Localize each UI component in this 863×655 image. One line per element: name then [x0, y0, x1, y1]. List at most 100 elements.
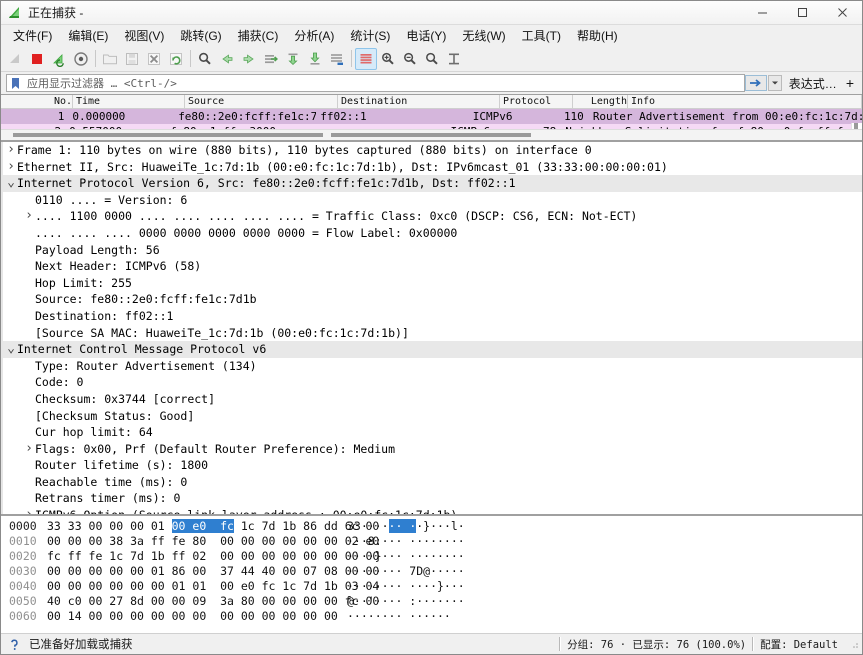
detail-tree-row[interactable]: .... .... .... 0000 0000 0000 0000 0000 …	[1, 225, 862, 242]
detail-tree-row[interactable]: Code: 0	[1, 374, 862, 391]
maximize-button[interactable]	[782, 1, 822, 24]
title-bar: 正在捕获 -	[1, 1, 862, 25]
hex-dump-row[interactable]: 0000 33 33 00 00 00 01 00 e0 fc 1c 7d 1b …	[1, 519, 862, 534]
chevron-right-icon[interactable]: ›	[23, 507, 35, 514]
column-header-length[interactable]: Length	[573, 95, 628, 108]
zoom-in-icon[interactable]	[377, 48, 399, 70]
detail-tree-row[interactable]: Next Header: ICMPv6 (58)	[1, 258, 862, 275]
menu-help[interactable]: 帮助(H)	[569, 25, 626, 46]
zoom-out-icon[interactable]	[399, 48, 421, 70]
menu-go[interactable]: 跳转(G)	[172, 25, 229, 46]
chevron-right-icon[interactable]: ›	[23, 441, 35, 458]
detail-tree-row[interactable]: Destination: ff02::1	[1, 308, 862, 325]
menu-wireless[interactable]: 无线(W)	[454, 25, 513, 46]
detail-tree-row[interactable]: Retrans timer (ms): 0	[1, 490, 862, 507]
packet-details-pane[interactable]: › Frame 1: 110 bytes on wire (880 bits), …	[1, 141, 862, 515]
menu-tools[interactable]: 工具(T)	[514, 25, 569, 46]
stop-capture-icon[interactable]	[26, 48, 48, 70]
save-file-icon[interactable]	[121, 48, 143, 70]
profile-label[interactable]: 配置: Default	[760, 637, 848, 652]
hex-bytes-plain: 00 14 00 00 00 00 00 00 00 00 00 00 00 0…	[47, 609, 338, 623]
column-header-destination[interactable]: Destination	[338, 95, 500, 108]
detail-tree-row[interactable]: Checksum: 0x3744 [correct]	[1, 391, 862, 408]
detail-tree-row[interactable]: Cur hop limit: 64	[1, 424, 862, 441]
detail-tree-row[interactable]: Type: Router Advertisement (134)	[1, 358, 862, 375]
menu-statistics[interactable]: 统计(S)	[342, 25, 398, 46]
go-forward-icon[interactable]	[238, 48, 260, 70]
detail-tree-row[interactable]: ⌄ Internet Control Message Protocol v6	[1, 341, 862, 358]
restart-capture-icon[interactable]	[48, 48, 70, 70]
detail-tree-row[interactable]: ⌄ Internet Protocol Version 6, Src: fe80:…	[1, 175, 862, 192]
detail-tree-row[interactable]: Router lifetime (s): 1800	[1, 457, 862, 474]
column-header-no[interactable]: No.	[1, 95, 73, 108]
detail-tree-row[interactable]: ›ICMPv6 Option (Source link-layer addres…	[1, 507, 862, 514]
detail-tree-row[interactable]: [Checksum Status: Good]	[1, 408, 862, 425]
detail-tree-row[interactable]: Payload Length: 56	[1, 242, 862, 259]
menu-edit[interactable]: 编辑(E)	[60, 25, 116, 46]
chevron-right-icon[interactable]: ›	[23, 208, 35, 225]
column-header-protocol[interactable]: Protocol	[500, 95, 573, 108]
reload-file-icon[interactable]	[165, 48, 187, 70]
menu-capture[interactable]: 捕获(C)	[230, 25, 287, 46]
hex-dump-row[interactable]: 0030 00 00 00 00 00 01 86 00 37 44 40 00 …	[1, 564, 862, 579]
resize-columns-icon[interactable]	[443, 48, 465, 70]
table-row[interactable]: 1 0.000000 fe80::2e0:fcff:fe1c:7d1b ff02…	[1, 109, 862, 124]
go-first-packet-icon[interactable]	[282, 48, 304, 70]
minimize-button[interactable]	[742, 1, 782, 24]
start-capture-icon[interactable]	[4, 48, 26, 70]
filter-history-dropdown[interactable]	[767, 75, 782, 91]
column-header-time[interactable]: Time	[73, 95, 185, 108]
chevron-down-icon[interactable]: ⌄	[5, 175, 17, 192]
apply-filter-button[interactable]	[744, 75, 767, 91]
menu-telephony[interactable]: 电话(Y)	[398, 25, 454, 46]
detail-tree-row[interactable]: › Ethernet II, Src: HuaweiTe_1c:7d:1b (00…	[1, 159, 862, 176]
detail-tree-row[interactable]: ›.... 1100 0000 .... .... .... .... ....…	[1, 208, 862, 225]
find-packet-icon[interactable]	[194, 48, 216, 70]
detail-tree-row[interactable]: 0110 .... = Version: 6	[1, 192, 862, 209]
close-file-icon[interactable]	[143, 48, 165, 70]
menu-file[interactable]: 文件(F)	[5, 25, 60, 46]
scrollbar-thumb-secondary[interactable]	[331, 133, 531, 137]
detail-tree-row[interactable]: [Source SA MAC: HuaweiTe_1c:7d:1b (00:e0…	[1, 325, 862, 342]
cell-destination: ff02::1	[320, 110, 367, 123]
zoom-reset-icon[interactable]	[421, 48, 443, 70]
packet-list-horizontal-scrollbar[interactable]	[1, 129, 862, 140]
colorize-packets-icon[interactable]	[355, 47, 377, 70]
scrollbar-thumb[interactable]	[13, 133, 323, 137]
filter-bookmark-icon[interactable]	[8, 75, 23, 91]
hex-dump-row[interactable]: 0060 00 14 00 00 00 00 00 00 00 00 00 00 …	[1, 609, 862, 624]
column-header-info[interactable]: Info	[628, 95, 862, 108]
hex-dump-row[interactable]: 0050 40 c0 00 27 8d 00 00 09 3a 80 00 00 …	[1, 594, 862, 609]
menu-analyze[interactable]: 分析(A)	[286, 25, 342, 46]
question-mark-icon[interactable]	[5, 638, 23, 651]
detail-tree-row[interactable]: Source: fe80::2e0:fcff:fe1c:7d1b	[1, 291, 862, 308]
chevron-down-icon[interactable]: ⌄	[5, 341, 17, 358]
packet-list-header: No. Time Source Destination Protocol Len…	[1, 95, 862, 109]
cell-length: 110	[563, 110, 584, 123]
packet-bytes-pane[interactable]: 0000 33 33 00 00 00 01 00 e0 fc 1c 7d 1b …	[1, 515, 862, 633]
go-back-icon[interactable]	[216, 48, 238, 70]
hex-dump-row[interactable]: 0020 fc ff fe 1c 7d 1b ff 02 00 00 00 00 …	[1, 549, 862, 564]
detail-tree-row[interactable]: Hop Limit: 255	[1, 275, 862, 292]
go-last-packet-icon[interactable]	[304, 48, 326, 70]
detail-tree-row[interactable]: Reachable time (ms): 0	[1, 474, 862, 491]
filter-expression-button[interactable]: 表达式…	[784, 75, 842, 92]
resize-grip-icon[interactable]	[848, 638, 860, 650]
detail-tree-row[interactable]: › Frame 1: 110 bytes on wire (880 bits), …	[1, 142, 862, 159]
packet-list-pane: No. Time Source Destination Protocol Len…	[1, 94, 862, 141]
capture-options-icon[interactable]	[70, 48, 92, 70]
add-filter-button[interactable]: +	[842, 75, 860, 91]
autoscroll-icon[interactable]	[326, 48, 348, 70]
menu-view[interactable]: 视图(V)	[116, 25, 172, 46]
display-filter-input[interactable]: 应用显示过滤器 … <Ctrl-/>	[6, 74, 745, 92]
close-button[interactable]	[822, 1, 862, 24]
column-header-source[interactable]: Source	[185, 95, 338, 108]
go-to-packet-icon[interactable]	[260, 48, 282, 70]
detail-tree-label: Destination: ff02::1	[35, 308, 174, 323]
hex-dump-row[interactable]: 0040 00 00 00 00 00 00 01 01 00 e0 fc 1c …	[1, 579, 862, 594]
open-file-icon[interactable]	[99, 48, 121, 70]
chevron-right-icon[interactable]: ›	[5, 142, 17, 159]
detail-tree-row[interactable]: › Flags: 0x00, Prf (Default Router Prefer…	[1, 441, 862, 458]
chevron-right-icon[interactable]: ›	[5, 159, 17, 176]
hex-dump-row[interactable]: 0010 00 00 00 38 3a ff fe 80 00 00 00 00 …	[1, 534, 862, 549]
